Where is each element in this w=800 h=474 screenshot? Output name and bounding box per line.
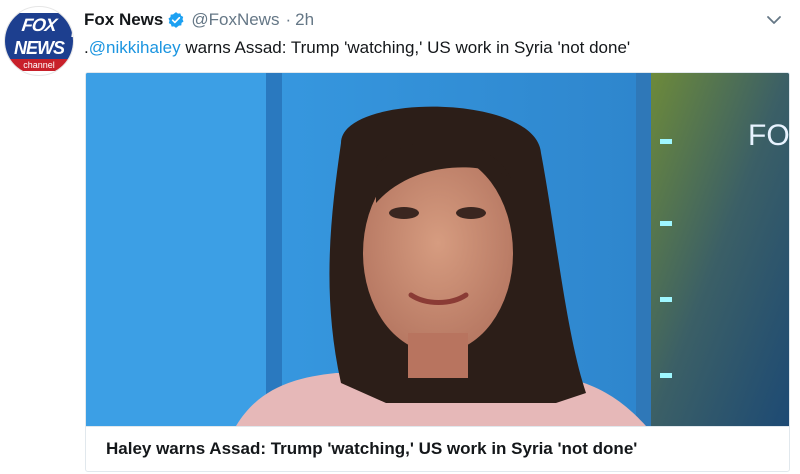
mention-link[interactable]: @nikkihaley (89, 38, 181, 57)
card-title[interactable]: Haley warns Assad: Trump 'watching,' US … (86, 426, 789, 471)
backdrop-text: FO (748, 119, 789, 152)
link-card[interactable]: FO Haley warns Assad: Trump 'watching,' … (85, 72, 790, 472)
author-handle[interactable]: @FoxNews (191, 10, 279, 30)
card-image[interactable]: FO (86, 73, 789, 426)
tweet-text-body: warns Assad: Trump 'watching,' US work i… (180, 38, 631, 57)
tweet-header: Fox News @FoxNews · 2h (84, 8, 314, 32)
avatar[interactable]: FOX NEWS channel (4, 6, 74, 76)
avatar-logo-bottom: channel (5, 59, 73, 71)
chevron-down-icon[interactable] (766, 12, 782, 28)
tweet[interactable]: FOX NEWS channel Fox News @FoxNews · 2h … (0, 0, 800, 474)
separator-dot: · (285, 10, 292, 29)
avatar-logo-top: FOX (5, 13, 73, 37)
tweet-timestamp[interactable]: 2h (295, 10, 314, 30)
tweet-text: .@nikkihaley warns Assad: Trump 'watchin… (84, 37, 630, 59)
card-image-illustration: FO (86, 73, 789, 426)
verified-badge-icon (168, 12, 184, 28)
author-name[interactable]: Fox News (84, 10, 163, 30)
avatar-logo-mid: NEWS (5, 37, 73, 59)
